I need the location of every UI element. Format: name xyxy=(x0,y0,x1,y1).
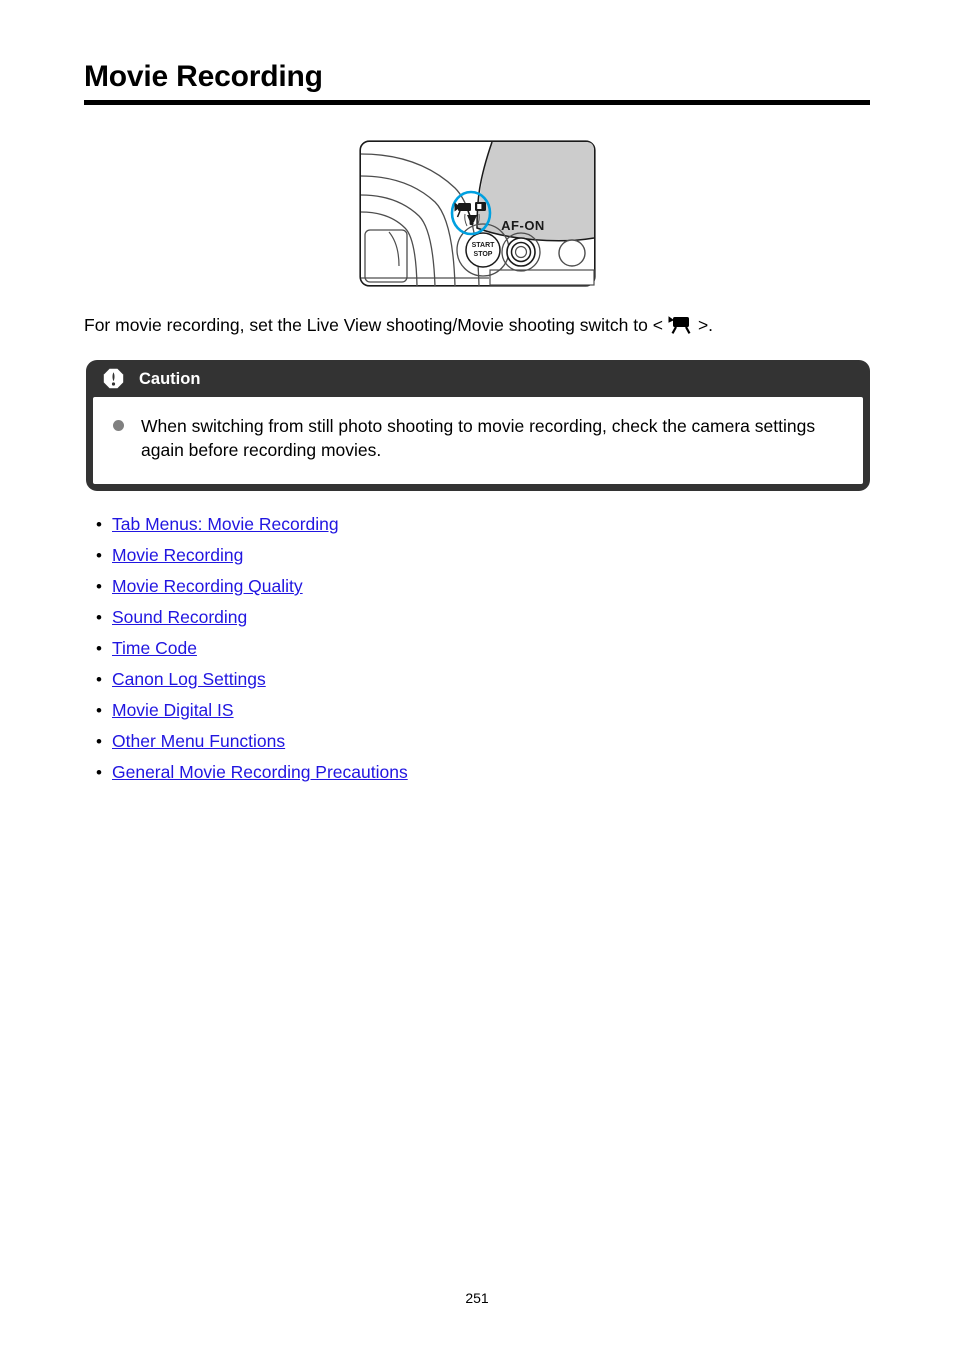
list-item: • Other Menu Functions xyxy=(96,729,856,760)
svg-text:START: START xyxy=(472,242,496,249)
link-general-movie-recording-precautions[interactable]: General Movie Recording Precautions xyxy=(112,760,408,784)
list-item: • Time Code xyxy=(96,636,856,667)
link-movie-recording[interactable]: Movie Recording xyxy=(112,543,243,567)
caution-body: When switching from still photo shooting… xyxy=(93,397,863,484)
caution-title: Caution xyxy=(139,369,201,388)
page-title: Movie Recording xyxy=(84,60,323,93)
list-bullet-icon: • xyxy=(96,639,102,658)
list-item: • Movie Digital IS xyxy=(96,698,856,729)
list-item: • General Movie Recording Precautions xyxy=(96,760,856,791)
caution-item: When switching from still photo shooting… xyxy=(113,414,843,462)
caution-bullet-icon xyxy=(113,420,124,431)
page-header: Movie Recording xyxy=(84,60,870,105)
list-item: • Tab Menus: Movie Recording xyxy=(96,512,856,543)
intro-paragraph: For movie recording, set the Live View s… xyxy=(84,313,884,341)
intro-text-after: >. xyxy=(694,315,714,335)
list-bullet-icon: • xyxy=(96,546,102,565)
list-item: • Canon Log Settings xyxy=(96,667,856,698)
title-divider xyxy=(84,100,870,105)
link-time-code[interactable]: Time Code xyxy=(112,636,197,660)
link-tab-menus-movie-recording[interactable]: Tab Menus: Movie Recording xyxy=(112,512,339,536)
movie-camera-icon xyxy=(667,315,693,341)
list-item: • Movie Recording xyxy=(96,543,856,574)
caution-header: Caution xyxy=(86,360,870,397)
intro-text-before: For movie recording, set the Live View s… xyxy=(84,315,667,335)
list-bullet-icon: • xyxy=(96,670,102,689)
list-bullet-icon: • xyxy=(96,732,102,751)
link-other-menu-functions[interactable]: Other Menu Functions xyxy=(112,729,285,753)
svg-text:AF-ON: AF-ON xyxy=(501,218,545,233)
link-sound-recording[interactable]: Sound Recording xyxy=(112,605,247,629)
list-bullet-icon: • xyxy=(96,763,102,782)
list-item: • Sound Recording xyxy=(96,605,856,636)
list-bullet-icon: • xyxy=(96,608,102,627)
list-bullet-icon: • xyxy=(96,515,102,534)
document-page: Movie Recording START STOP AF-ON For mov… xyxy=(0,0,954,1345)
exclamation-octagon-icon xyxy=(103,368,124,389)
camera-rear-controls-diagram: START STOP AF-ON xyxy=(359,140,596,287)
caution-item-text: When switching from still photo shooting… xyxy=(141,416,816,460)
caution-callout: Caution When switching from still photo … xyxy=(86,360,870,491)
page-number: 251 xyxy=(465,1290,489,1306)
link-movie-recording-quality[interactable]: Movie Recording Quality xyxy=(112,574,303,598)
list-item: • Movie Recording Quality xyxy=(96,574,856,605)
svg-text:STOP: STOP xyxy=(474,251,493,258)
list-bullet-icon: • xyxy=(96,701,102,720)
link-movie-digital-is[interactable]: Movie Digital IS xyxy=(112,698,234,722)
list-bullet-icon: • xyxy=(96,577,102,596)
link-canon-log-settings[interactable]: Canon Log Settings xyxy=(112,667,266,691)
related-topics-list: • Tab Menus: Movie Recording • Movie Rec… xyxy=(96,512,856,791)
